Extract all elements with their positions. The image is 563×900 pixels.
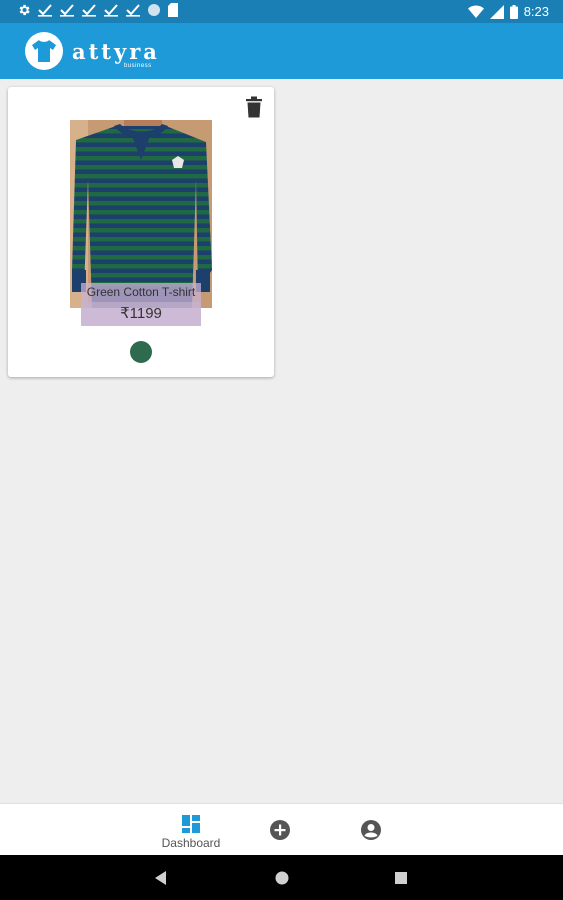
system-icons: 8:23 <box>467 3 549 20</box>
product-price: ₹1199 <box>81 302 201 326</box>
bottom-navigation: Dashboard <box>0 803 563 856</box>
color-swatch <box>130 341 152 363</box>
notification-icons <box>17 3 179 17</box>
system-navigation-bar <box>0 855 563 900</box>
status-bar: 8:23 <box>0 0 563 23</box>
check-icon <box>38 4 52 17</box>
battery-icon <box>509 4 518 19</box>
tshirt-logo-icon <box>32 40 56 62</box>
screen: 8:23 attyra business Green Cotton T-shir… <box>0 0 563 900</box>
wifi-icon <box>467 4 484 18</box>
brand-subtitle: business <box>124 63 152 69</box>
back-icon[interactable] <box>155 871 167 885</box>
sd-card-icon <box>168 3 178 17</box>
app-bar: attyra business <box>0 23 563 79</box>
trash-icon <box>246 96 262 118</box>
product-image[interactable] <box>70 120 212 308</box>
nav-account[interactable] <box>360 819 382 841</box>
brand-name: attyra <box>72 39 160 64</box>
nav-dashboard[interactable]: Dashboard <box>155 804 227 856</box>
check-icon <box>104 4 118 17</box>
account-circle-icon <box>361 820 381 840</box>
signal-icon <box>489 4 504 19</box>
gear-icon <box>19 4 30 16</box>
tshirt-photo <box>70 120 212 308</box>
check-icon <box>60 4 74 17</box>
dashboard-icon <box>182 815 200 833</box>
nav-dashboard-label: Dashboard <box>161 836 221 850</box>
circle-icon <box>148 4 160 16</box>
clock-time: 8:23 <box>523 4 549 19</box>
add-circle-icon <box>270 820 290 840</box>
check-icon <box>82 4 96 17</box>
product-card[interactable]: Green Cotton T-shirt ₹1199 <box>8 87 274 377</box>
check-icon <box>126 4 140 17</box>
recent-apps-icon[interactable] <box>395 872 407 884</box>
product-name: Green Cotton T-shirt <box>81 283 201 302</box>
nav-add-product[interactable] <box>269 819 291 841</box>
home-icon[interactable] <box>275 871 289 885</box>
delete-button[interactable] <box>244 96 264 118</box>
brand-logo <box>25 32 63 70</box>
